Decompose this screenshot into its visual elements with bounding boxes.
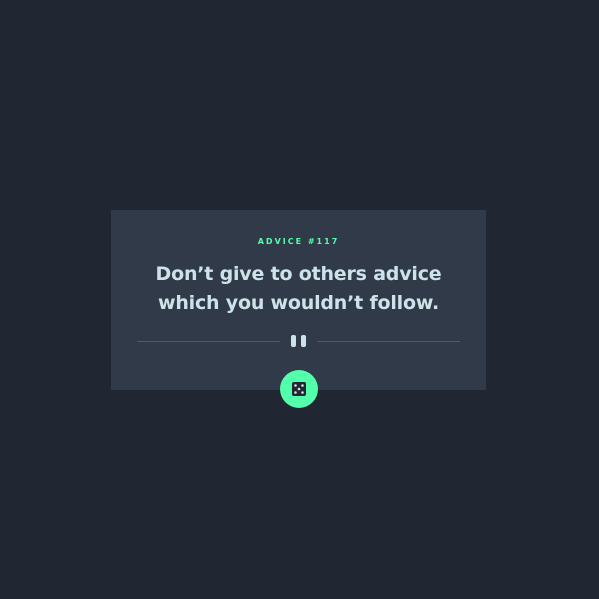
advice-number: ADVICE #117 (257, 237, 340, 246)
divider-line-left (137, 341, 280, 342)
advice-card: ADVICE #117 Don’t give to others advice … (111, 210, 486, 390)
pause-bar-left (291, 335, 296, 347)
pause-bar-right (301, 335, 306, 347)
pattern-divider (137, 335, 460, 347)
pause-icon (291, 335, 307, 347)
divider-line-right (317, 341, 460, 342)
advice-quote: Don’t give to others advice which you wo… (155, 263, 442, 314)
generate-advice-button[interactable] (280, 370, 318, 408)
dice-icon (292, 382, 306, 396)
